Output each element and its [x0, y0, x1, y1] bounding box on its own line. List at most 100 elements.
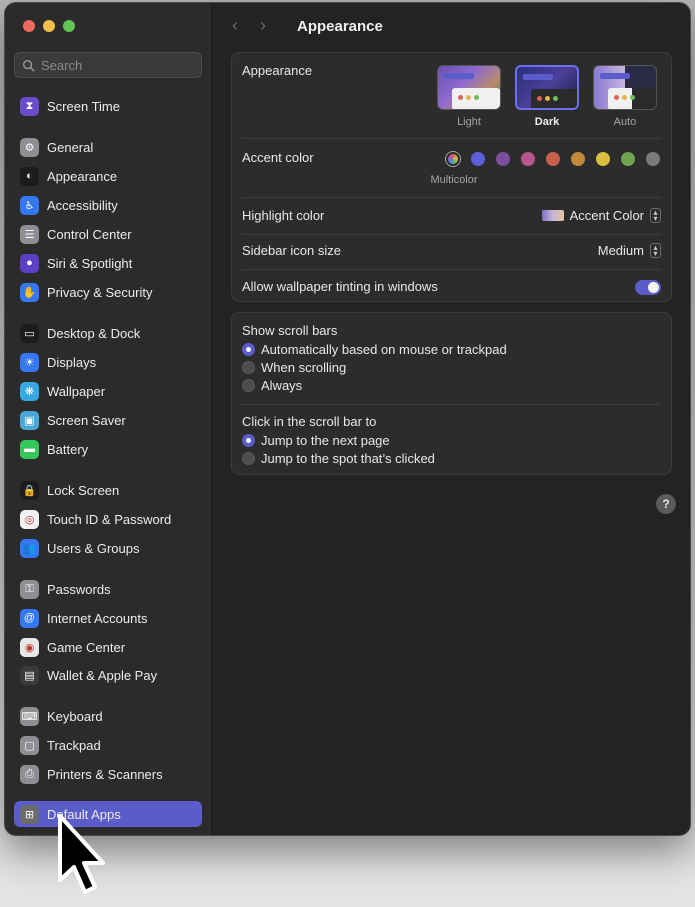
hand-icon: ✋	[20, 282, 39, 302]
divider	[242, 138, 661, 139]
highlight-color-value: Accent Color	[569, 208, 644, 223]
sidebar-item-label: Displays	[47, 354, 97, 370]
sidebar-item-label: Battery	[47, 441, 89, 457]
accent-color-swatch[interactable]	[596, 152, 610, 166]
scroll-bars-panel: Show scroll bars Automatically based on …	[231, 312, 672, 475]
sidebar-item-appearance[interactable]: ◐ Appearance	[14, 163, 202, 189]
accent-color-swatch[interactable]	[446, 152, 460, 166]
sidebar-item-printers-scanners[interactable]: ⎙ Printers & Scanners	[14, 761, 202, 787]
sidebar-item-label: Control Center	[47, 226, 132, 242]
search-input[interactable]	[41, 57, 191, 73]
accent-color-swatch[interactable]	[546, 152, 560, 166]
radio-option[interactable]: Automatically based on mouse or trackpad	[242, 342, 507, 357]
highlight-color-row: Highlight color Accent Color ▴ ▾	[242, 208, 661, 226]
accent-color-swatch[interactable]	[496, 152, 510, 166]
highlight-color-popup[interactable]: Accent Color ▴ ▾	[541, 208, 661, 223]
wallet-icon: ▤	[20, 665, 39, 685]
sidebar-item-keyboard[interactable]: ⌨ Keyboard	[14, 703, 202, 729]
radio-option[interactable]: Jump to the next page	[242, 433, 390, 448]
page-title: Appearance	[297, 18, 383, 35]
sidebar-item-game-center[interactable]: ◉ Game Center	[14, 634, 202, 660]
sidebar-icon-size-row: Sidebar icon size Medium ▴ ▾	[242, 243, 661, 261]
highlight-color-label: Highlight color	[242, 208, 325, 223]
appearance-option-auto[interactable]	[593, 65, 657, 110]
sidebar-item-accessibility[interactable]: ♿ Accessibility	[14, 192, 202, 218]
sidebar-item-passwords[interactable]: ⚿ Passwords	[14, 576, 202, 602]
sidebar-item-siri-spotlight[interactable]: ● Siri & Spotlight	[14, 250, 202, 276]
divider	[242, 234, 661, 235]
at-icon: @	[20, 608, 39, 628]
divider	[242, 269, 661, 270]
sidebar-item-displays[interactable]: ☀ Displays	[14, 349, 202, 375]
radio-button[interactable]	[242, 434, 255, 447]
sidebar-item-privacy-security[interactable]: ✋ Privacy & Security	[14, 279, 202, 305]
keyboard-icon: ⌨	[20, 706, 39, 726]
sidebar-item-wallpaper[interactable]: ❋ Wallpaper	[14, 378, 202, 404]
sidebar-item-control-center[interactable]: ☰ Control Center	[14, 221, 202, 247]
highlight-color-swatch	[541, 210, 564, 221]
screen-saver-icon: ▣	[20, 410, 39, 430]
sidebar-item-label: Trackpad	[47, 737, 101, 753]
sidebar-icon-size-value: Medium	[597, 243, 644, 258]
sidebar-item-lock-screen[interactable]: 🔒 Lock Screen	[14, 477, 202, 503]
radio-label: When scrolling	[261, 360, 347, 375]
radio-button[interactable]	[242, 361, 255, 374]
sidebar-item-users-groups[interactable]: 👥 Users & Groups	[14, 535, 202, 561]
popup-stepper-icon: ▴ ▾	[650, 243, 661, 258]
appearance-panel: Appearance Light Dark Auto Accent color Mu…	[231, 52, 672, 302]
accent-color-label: Accent color	[242, 150, 314, 165]
close-button[interactable]	[23, 20, 35, 32]
mouse-cursor-icon	[58, 814, 105, 894]
system-settings-window: ⧗ Screen Time ⚙ General ◐ Appearance ♿ Accessib…	[4, 2, 691, 836]
help-button[interactable]: ?	[656, 494, 676, 514]
key-icon: ⚿	[20, 579, 39, 599]
sidebar-item-battery[interactable]: ▬ Battery	[14, 436, 202, 462]
sidebar-item-label: Screen Saver	[47, 412, 126, 428]
radio-button[interactable]	[242, 452, 255, 465]
radio-option[interactable]: When scrolling	[242, 360, 346, 375]
minimize-button[interactable]	[43, 20, 55, 32]
hourglass-icon: ⧗	[20, 96, 39, 116]
accent-color-swatch[interactable]	[471, 152, 485, 166]
sidebar-item-label: Printers & Scanners	[47, 766, 163, 782]
sidebar-item-general[interactable]: ⚙ General	[14, 134, 202, 160]
radio-label: Always	[261, 378, 303, 393]
accessibility-icon: ♿	[20, 195, 39, 215]
search-field[interactable]	[14, 52, 202, 78]
sidebar-item-label: Wallpaper	[47, 383, 106, 399]
show-scroll-bars-label: Show scroll bars	[242, 323, 338, 338]
accent-color-swatch[interactable]	[646, 152, 660, 166]
sidebar-item-internet-accounts[interactable]: @ Internet Accounts	[14, 605, 202, 631]
radio-button[interactable]	[242, 379, 255, 392]
control-center-icon: ☰	[20, 224, 39, 244]
sidebar-item-wallet-apple-pay[interactable]: ▤ Wallet & Apple Pay	[14, 662, 202, 688]
radio-option[interactable]: Jump to the spot that’s clicked	[242, 451, 435, 466]
zoom-button[interactable]	[63, 20, 75, 32]
accent-color-swatch[interactable]	[521, 152, 535, 166]
fingerprint-icon: ◎	[20, 509, 39, 529]
back-button[interactable]: ‹	[232, 15, 238, 36]
lock-icon: 🔒	[20, 480, 39, 500]
radio-label: Jump to the next page	[261, 433, 390, 448]
sidebar-item-screen-time[interactable]: ⧗ Screen Time	[14, 93, 202, 119]
sidebar-icon-size-popup[interactable]: Medium ▴ ▾	[598, 243, 661, 258]
sidebar-item-label: Siri & Spotlight	[47, 255, 133, 271]
radio-button[interactable]	[242, 343, 255, 356]
accent-color-swatch[interactable]	[621, 152, 635, 166]
sidebar-item-screen-saver[interactable]: ▣ Screen Saver	[14, 407, 202, 433]
appearance-option-dark[interactable]	[515, 65, 579, 110]
wallpaper-tinting-toggle[interactable]	[635, 280, 661, 295]
battery-icon: ▬	[20, 439, 39, 459]
radio-label: Jump to the spot that’s clicked	[261, 451, 435, 466]
divider	[242, 197, 661, 198]
radio-option[interactable]: Always	[242, 378, 302, 393]
sidebar-item-touch-id-password[interactable]: ◎ Touch ID & Password	[14, 506, 202, 532]
sidebar-item-label: Screen Time	[47, 98, 120, 114]
accent-color-swatch[interactable]	[571, 152, 585, 166]
sidebar-item-desktop-dock[interactable]: ▭ Desktop & Dock	[14, 320, 202, 346]
sun-icon: ☀	[20, 352, 39, 372]
sidebar-item-label: Privacy & Security	[47, 284, 153, 300]
appearance-option-light[interactable]	[437, 65, 501, 110]
forward-button[interactable]: ›	[260, 15, 266, 36]
sidebar-item-trackpad[interactable]: ▢ Trackpad	[14, 732, 202, 758]
